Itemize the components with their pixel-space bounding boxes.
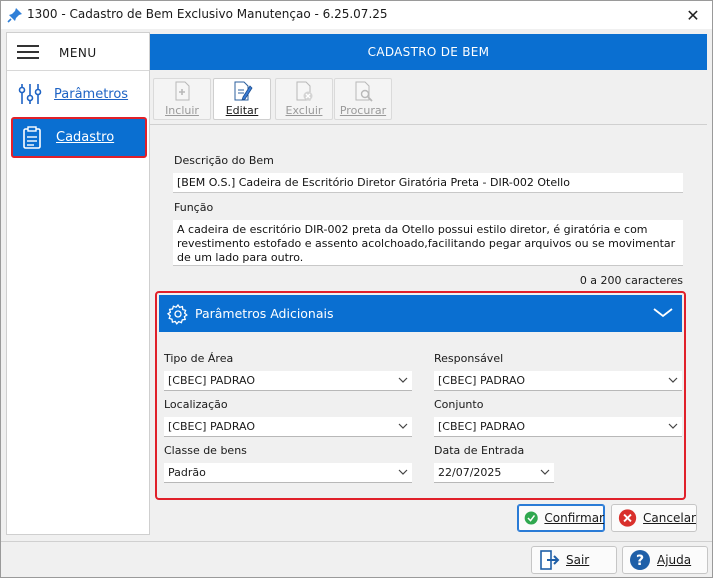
exit-icon: [540, 550, 560, 570]
toolbar: Incluir Editar Excluir Procurar: [150, 73, 707, 125]
excluir-button[interactable]: Excluir: [275, 78, 333, 120]
chevron-down-icon: [398, 423, 408, 429]
conjunto-value: [CBEC] PADRAO: [438, 420, 526, 433]
incluir-button[interactable]: Incluir: [153, 78, 211, 120]
panel-title: Parâmetros Adicionais: [195, 306, 334, 321]
cancelar-button[interactable]: Cancelar: [611, 504, 697, 532]
page-header: CADASTRO DE BEM: [150, 34, 707, 70]
sidebar-item-label: Parâmetros: [54, 86, 129, 102]
confirmar-button[interactable]: Confirmar: [517, 504, 605, 532]
menu-header[interactable]: MENU: [7, 33, 149, 71]
hamburger-icon[interactable]: [17, 45, 39, 59]
incluir-label: Incluir: [165, 104, 199, 117]
cancelar-label: Cancelar: [643, 511, 696, 525]
data-entrada-label: Data de Entrada: [434, 444, 525, 457]
application-window: 1300 - Cadastro de Bem Exclusivo Manuten…: [0, 0, 713, 578]
procurar-button[interactable]: Procurar: [334, 78, 392, 120]
chevron-down-icon: [398, 469, 408, 475]
tipo-area-label: Tipo de Área: [164, 352, 234, 365]
tipo-area-value: [CBEC] PADRAO: [168, 374, 256, 387]
chevron-down-icon: [398, 377, 408, 383]
sair-button[interactable]: Sair: [531, 546, 617, 574]
search-document-icon: [355, 81, 373, 102]
excluir-label: Excluir: [285, 104, 323, 117]
chevron-down-icon: [668, 377, 678, 383]
editar-button[interactable]: Editar: [213, 78, 271, 120]
parametros-adicionais-panel: Parâmetros Adicionais Tipo de Área [CBEC…: [155, 291, 686, 500]
menu-label: MENU: [59, 46, 97, 60]
add-document-icon: [175, 81, 190, 101]
classe-bens-label: Classe de bens: [164, 444, 247, 457]
funcao-label: Função: [174, 201, 214, 214]
conjunto-select[interactable]: [CBEC] PADRAO: [434, 417, 682, 437]
cancel-circle-icon: [618, 509, 637, 527]
classe-bens-select[interactable]: Padrão: [164, 463, 412, 483]
chevron-down-icon: [540, 469, 550, 475]
editar-label: Editar: [225, 104, 259, 117]
procurar-label: Procurar: [339, 104, 387, 117]
confirmar-label: Confirmar: [544, 511, 604, 525]
data-entrada-picker[interactable]: 22/07/2025: [434, 463, 554, 483]
clipboard-icon: [18, 125, 46, 150]
panel-header[interactable]: Parâmetros Adicionais: [159, 295, 682, 332]
close-icon[interactable]: ✕: [674, 1, 712, 29]
ajuda-button[interactable]: ? Ajuda: [622, 546, 708, 574]
sair-label: Sair: [566, 553, 590, 567]
descricao-field[interactable]: [BEM O.S.] Cadeira de Escritório Diretor…: [173, 173, 683, 193]
gear-icon: [167, 303, 188, 325]
sidebar-item-label: Cadastro: [56, 130, 115, 145]
footer-divider: [1, 541, 712, 542]
descricao-label: Descrição do Bem: [174, 154, 274, 167]
data-entrada-value: 22/07/2025: [438, 466, 502, 479]
pin-icon: [7, 8, 22, 23]
sidebar: MENU Parâmetros Cadastro: [6, 32, 150, 535]
sidebar-item-parametros[interactable]: Parâmetros: [11, 75, 147, 113]
sliders-icon: [16, 82, 44, 106]
tipo-area-select[interactable]: [CBEC] PADRAO: [164, 371, 412, 391]
chevron-down-icon: [668, 423, 678, 429]
ajuda-label: Ajuda: [657, 553, 692, 567]
localizacao-select[interactable]: [CBEC] PADRAO: [164, 417, 412, 437]
title-bar: 1300 - Cadastro de Bem Exclusivo Manuten…: [1, 1, 712, 29]
conjunto-label: Conjunto: [434, 398, 484, 411]
localizacao-value: [CBEC] PADRAO: [168, 420, 256, 433]
page-title: CADASTRO DE BEM: [367, 45, 490, 59]
responsavel-value: [CBEC] PADRAO: [438, 374, 526, 387]
char-counter: 0 a 200 caracteres: [579, 274, 683, 287]
help-icon: ?: [630, 550, 650, 570]
chevron-down-icon[interactable]: [652, 304, 674, 322]
delete-document-icon: [296, 81, 313, 101]
svg-text:?: ?: [636, 553, 644, 569]
main-content: Descrição do Bem [BEM O.S.] Cadeira de E…: [150, 126, 707, 535]
responsavel-label: Responsável: [434, 352, 504, 365]
edit-document-icon: [234, 81, 253, 101]
responsavel-select[interactable]: [CBEC] PADRAO: [434, 371, 682, 391]
classe-bens-value: Padrão: [168, 466, 206, 479]
window-title: 1300 - Cadastro de Bem Exclusivo Manuten…: [27, 7, 388, 21]
funcao-textarea[interactable]: A cadeira de escritório DIR-002 preta da…: [173, 220, 683, 266]
check-circle-icon: [524, 511, 538, 525]
sidebar-item-cadastro[interactable]: Cadastro: [11, 117, 147, 158]
localizacao-label: Localização: [164, 398, 228, 411]
